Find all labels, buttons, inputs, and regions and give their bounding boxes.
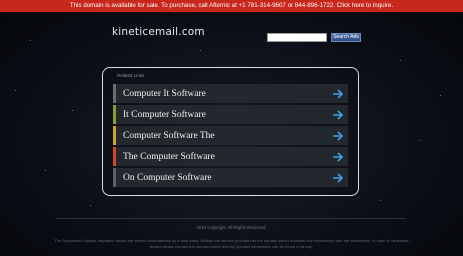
related-link-item[interactable]: It Computer Software — [113, 105, 348, 124]
arrow-right-icon — [333, 89, 344, 99]
arrow-right-icon — [333, 173, 344, 183]
related-link-item[interactable]: Computer Software The — [113, 126, 348, 145]
related-links-title: Related Links — [117, 73, 145, 78]
related-link-label: It Computer Software — [123, 109, 206, 120]
arrow-right-icon — [333, 152, 344, 162]
site-logo[interactable]: kineticemail.com — [112, 26, 205, 38]
copyright-text: 2018 Copyright. All Rights Reserved. — [196, 225, 267, 230]
arrow-right-icon — [333, 110, 344, 120]
related-link-label: The Computer Software — [123, 151, 215, 162]
related-link-item[interactable]: The Computer Software — [113, 147, 348, 166]
footer-divider — [56, 218, 406, 219]
related-link-label: Computer Software The — [123, 130, 215, 141]
related-link-label: On Computer Software — [123, 172, 212, 183]
domain-sale-banner[interactable]: This domain is available for sale. To pu… — [0, 0, 463, 12]
search-input[interactable] — [267, 33, 327, 42]
search-button[interactable]: Search Ads — [331, 33, 361, 42]
disclaimer-text: The Sponsored Listings displayed above a… — [54, 238, 409, 249]
arrow-right-icon — [333, 131, 344, 141]
related-link-item[interactable]: On Computer Software — [113, 168, 348, 187]
related-links-list: Computer It Software It Computer Softwar… — [113, 84, 348, 189]
related-link-label: Computer It Software — [123, 88, 206, 99]
related-link-item[interactable]: Computer It Software — [113, 84, 348, 103]
